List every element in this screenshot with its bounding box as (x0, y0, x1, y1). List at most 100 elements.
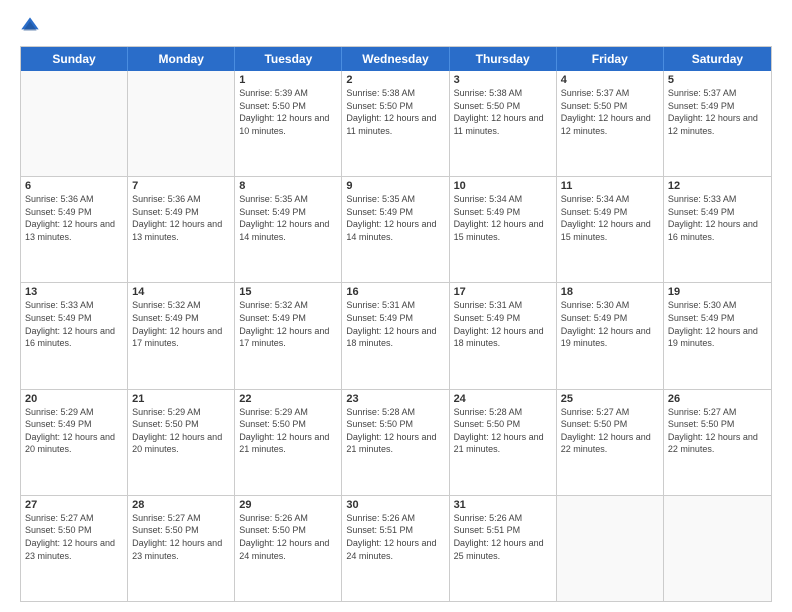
day-number: 16 (346, 286, 444, 298)
header-day-wednesday: Wednesday (342, 47, 449, 71)
day-number: 26 (668, 393, 767, 405)
cal-cell (21, 71, 128, 176)
day-info: Sunrise: 5:34 AMSunset: 5:49 PMDaylight:… (454, 193, 552, 243)
day-info: Sunrise: 5:26 AMSunset: 5:51 PMDaylight:… (454, 512, 552, 562)
cal-cell: 24Sunrise: 5:28 AMSunset: 5:50 PMDayligh… (450, 390, 557, 495)
header-day-thursday: Thursday (450, 47, 557, 71)
cal-cell: 26Sunrise: 5:27 AMSunset: 5:50 PMDayligh… (664, 390, 771, 495)
day-number: 12 (668, 180, 767, 192)
cal-cell: 5Sunrise: 5:37 AMSunset: 5:49 PMDaylight… (664, 71, 771, 176)
day-number: 7 (132, 180, 230, 192)
header-day-tuesday: Tuesday (235, 47, 342, 71)
calendar-header: SundayMondayTuesdayWednesdayThursdayFrid… (21, 47, 771, 71)
day-number: 31 (454, 499, 552, 511)
header-day-sunday: Sunday (21, 47, 128, 71)
cal-cell: 3Sunrise: 5:38 AMSunset: 5:50 PMDaylight… (450, 71, 557, 176)
day-info: Sunrise: 5:32 AMSunset: 5:49 PMDaylight:… (239, 299, 337, 349)
day-info: Sunrise: 5:31 AMSunset: 5:49 PMDaylight:… (454, 299, 552, 349)
calendar-body: 1Sunrise: 5:39 AMSunset: 5:50 PMDaylight… (21, 71, 771, 601)
cal-cell: 25Sunrise: 5:27 AMSunset: 5:50 PMDayligh… (557, 390, 664, 495)
cal-cell: 4Sunrise: 5:37 AMSunset: 5:50 PMDaylight… (557, 71, 664, 176)
cal-cell: 11Sunrise: 5:34 AMSunset: 5:49 PMDayligh… (557, 177, 664, 282)
day-number: 14 (132, 286, 230, 298)
cal-cell: 1Sunrise: 5:39 AMSunset: 5:50 PMDaylight… (235, 71, 342, 176)
day-number: 22 (239, 393, 337, 405)
day-number: 28 (132, 499, 230, 511)
day-number: 24 (454, 393, 552, 405)
day-info: Sunrise: 5:39 AMSunset: 5:50 PMDaylight:… (239, 87, 337, 137)
cal-cell: 18Sunrise: 5:30 AMSunset: 5:49 PMDayligh… (557, 283, 664, 388)
day-number: 4 (561, 74, 659, 86)
day-info: Sunrise: 5:28 AMSunset: 5:50 PMDaylight:… (454, 406, 552, 456)
cal-cell: 13Sunrise: 5:33 AMSunset: 5:49 PMDayligh… (21, 283, 128, 388)
day-number: 1 (239, 74, 337, 86)
day-info: Sunrise: 5:28 AMSunset: 5:50 PMDaylight:… (346, 406, 444, 456)
cal-cell: 17Sunrise: 5:31 AMSunset: 5:49 PMDayligh… (450, 283, 557, 388)
day-number: 17 (454, 286, 552, 298)
day-info: Sunrise: 5:35 AMSunset: 5:49 PMDaylight:… (346, 193, 444, 243)
cal-cell: 30Sunrise: 5:26 AMSunset: 5:51 PMDayligh… (342, 496, 449, 601)
cal-cell: 28Sunrise: 5:27 AMSunset: 5:50 PMDayligh… (128, 496, 235, 601)
day-number: 25 (561, 393, 659, 405)
day-info: Sunrise: 5:37 AMSunset: 5:50 PMDaylight:… (561, 87, 659, 137)
cal-cell: 31Sunrise: 5:26 AMSunset: 5:51 PMDayligh… (450, 496, 557, 601)
day-info: Sunrise: 5:29 AMSunset: 5:50 PMDaylight:… (132, 406, 230, 456)
cal-cell: 9Sunrise: 5:35 AMSunset: 5:49 PMDaylight… (342, 177, 449, 282)
header-day-monday: Monday (128, 47, 235, 71)
day-number: 23 (346, 393, 444, 405)
day-info: Sunrise: 5:36 AMSunset: 5:49 PMDaylight:… (25, 193, 123, 243)
cal-cell: 6Sunrise: 5:36 AMSunset: 5:49 PMDaylight… (21, 177, 128, 282)
day-info: Sunrise: 5:29 AMSunset: 5:50 PMDaylight:… (239, 406, 337, 456)
day-info: Sunrise: 5:27 AMSunset: 5:50 PMDaylight:… (132, 512, 230, 562)
day-info: Sunrise: 5:37 AMSunset: 5:49 PMDaylight:… (668, 87, 767, 137)
cal-cell (664, 496, 771, 601)
calendar: SundayMondayTuesdayWednesdayThursdayFrid… (20, 46, 772, 602)
logo (20, 16, 44, 36)
header-day-friday: Friday (557, 47, 664, 71)
cal-cell: 20Sunrise: 5:29 AMSunset: 5:49 PMDayligh… (21, 390, 128, 495)
day-info: Sunrise: 5:36 AMSunset: 5:49 PMDaylight:… (132, 193, 230, 243)
week-row-3: 20Sunrise: 5:29 AMSunset: 5:49 PMDayligh… (21, 390, 771, 496)
cal-cell: 22Sunrise: 5:29 AMSunset: 5:50 PMDayligh… (235, 390, 342, 495)
cal-cell: 14Sunrise: 5:32 AMSunset: 5:49 PMDayligh… (128, 283, 235, 388)
cal-cell: 15Sunrise: 5:32 AMSunset: 5:49 PMDayligh… (235, 283, 342, 388)
day-info: Sunrise: 5:27 AMSunset: 5:50 PMDaylight:… (561, 406, 659, 456)
header-day-saturday: Saturday (664, 47, 771, 71)
week-row-2: 13Sunrise: 5:33 AMSunset: 5:49 PMDayligh… (21, 283, 771, 389)
day-number: 19 (668, 286, 767, 298)
cal-cell: 8Sunrise: 5:35 AMSunset: 5:49 PMDaylight… (235, 177, 342, 282)
day-number: 8 (239, 180, 337, 192)
cal-cell (128, 71, 235, 176)
cal-cell: 19Sunrise: 5:30 AMSunset: 5:49 PMDayligh… (664, 283, 771, 388)
day-number: 10 (454, 180, 552, 192)
day-number: 11 (561, 180, 659, 192)
day-info: Sunrise: 5:35 AMSunset: 5:49 PMDaylight:… (239, 193, 337, 243)
week-row-4: 27Sunrise: 5:27 AMSunset: 5:50 PMDayligh… (21, 496, 771, 601)
cal-cell (557, 496, 664, 601)
day-number: 5 (668, 74, 767, 86)
cal-cell: 27Sunrise: 5:27 AMSunset: 5:50 PMDayligh… (21, 496, 128, 601)
day-number: 27 (25, 499, 123, 511)
day-info: Sunrise: 5:30 AMSunset: 5:49 PMDaylight:… (561, 299, 659, 349)
day-info: Sunrise: 5:38 AMSunset: 5:50 PMDaylight:… (454, 87, 552, 137)
logo-icon (20, 16, 40, 36)
day-number: 2 (346, 74, 444, 86)
cal-cell: 23Sunrise: 5:28 AMSunset: 5:50 PMDayligh… (342, 390, 449, 495)
cal-cell: 21Sunrise: 5:29 AMSunset: 5:50 PMDayligh… (128, 390, 235, 495)
day-info: Sunrise: 5:34 AMSunset: 5:49 PMDaylight:… (561, 193, 659, 243)
day-info: Sunrise: 5:29 AMSunset: 5:49 PMDaylight:… (25, 406, 123, 456)
day-info: Sunrise: 5:30 AMSunset: 5:49 PMDaylight:… (668, 299, 767, 349)
header (20, 16, 772, 36)
cal-cell: 7Sunrise: 5:36 AMSunset: 5:49 PMDaylight… (128, 177, 235, 282)
cal-cell: 10Sunrise: 5:34 AMSunset: 5:49 PMDayligh… (450, 177, 557, 282)
day-number: 13 (25, 286, 123, 298)
day-number: 30 (346, 499, 444, 511)
day-number: 20 (25, 393, 123, 405)
day-number: 21 (132, 393, 230, 405)
day-info: Sunrise: 5:33 AMSunset: 5:49 PMDaylight:… (668, 193, 767, 243)
day-number: 18 (561, 286, 659, 298)
week-row-0: 1Sunrise: 5:39 AMSunset: 5:50 PMDaylight… (21, 71, 771, 177)
day-info: Sunrise: 5:27 AMSunset: 5:50 PMDaylight:… (25, 512, 123, 562)
day-number: 3 (454, 74, 552, 86)
day-info: Sunrise: 5:33 AMSunset: 5:49 PMDaylight:… (25, 299, 123, 349)
